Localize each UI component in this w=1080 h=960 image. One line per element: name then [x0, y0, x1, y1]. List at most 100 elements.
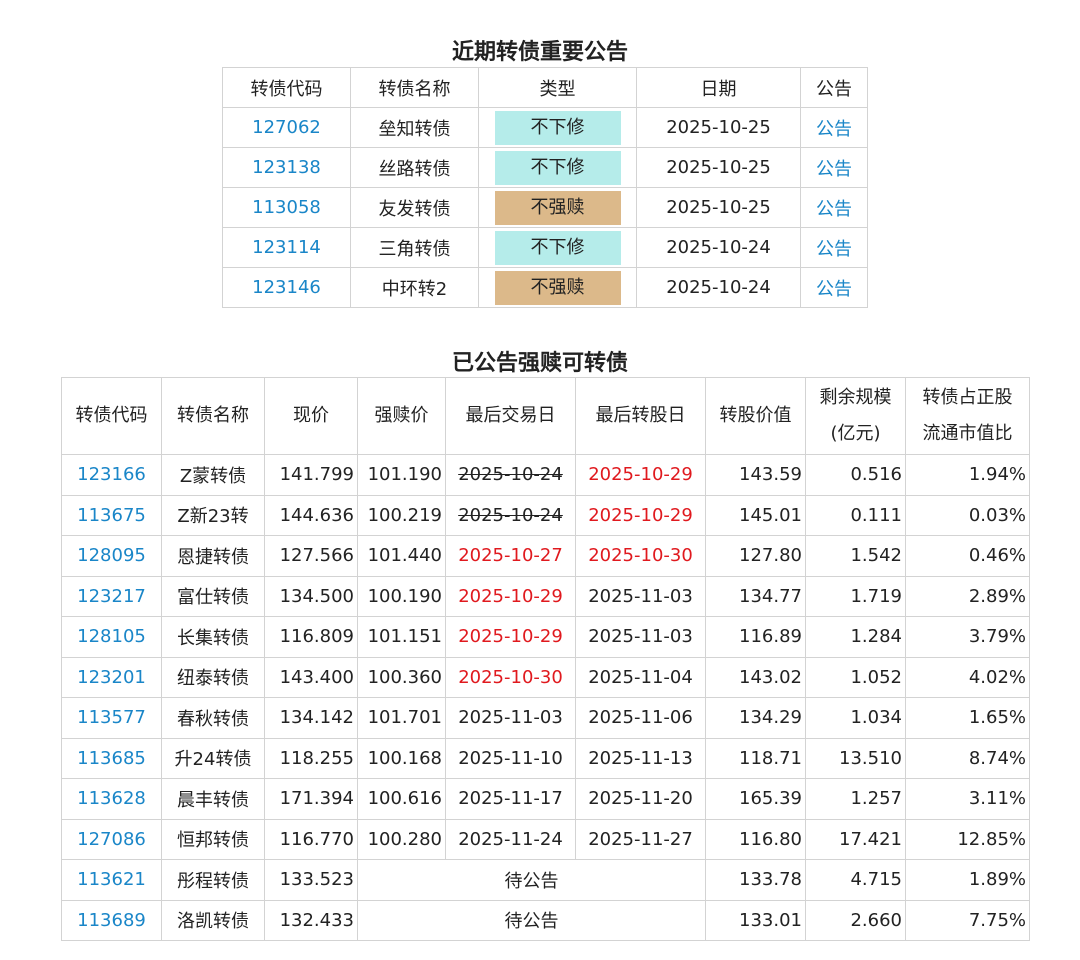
convert-value: 165.39	[705, 778, 806, 820]
current-price: 118.255	[264, 737, 358, 779]
announcement-row: 123146 中环转2 不强赎 2025-10-24 公告	[222, 267, 868, 308]
bond-code-link[interactable]: 123114	[252, 237, 321, 258]
bond-name: 纽泰转债	[161, 656, 265, 698]
last-convert-date: 2025-10-29	[588, 504, 693, 526]
bond-code-link[interactable]: 128095	[77, 545, 146, 566]
announcements-title: 近期转债重要公告	[451, 40, 628, 65]
bond-code-link[interactable]: 123166	[77, 464, 146, 485]
last-trade-date-cell: 2025-10-29	[445, 575, 576, 617]
last-convert-date-cell: 2025-10-30	[575, 535, 706, 577]
last-convert-date-cell: 2025-11-03	[575, 575, 706, 617]
redeem-price: 101.190	[357, 454, 446, 496]
header-code: 转债代码	[61, 377, 162, 455]
bond-name: 恒邦转债	[161, 818, 265, 860]
redeem-table: 转债代码 转债名称 现价 强赎价 最后交易日 最后转股日 转股价值 剩余规模 (…	[61, 377, 1030, 941]
redeem-row: 113675 Z新23转 144.636 100.219 2025-10-24 2025-…	[61, 494, 1030, 536]
last-trade-date-cell: 2025-11-17	[445, 778, 576, 820]
header-remaining-size: 剩余规模 (亿元)	[805, 377, 906, 455]
bond-code-link[interactable]: 113621	[77, 869, 146, 890]
bond-code-link[interactable]: 123146	[252, 277, 321, 298]
header-price: 现价	[264, 377, 358, 455]
type-cell: 不下修	[478, 227, 637, 268]
float-ratio: 7.75%	[905, 899, 1030, 941]
float-ratio: 3.79%	[905, 616, 1030, 658]
remaining-size: 1.719	[805, 575, 906, 617]
convert-value: 133.78	[705, 859, 806, 901]
float-ratio: 0.03%	[905, 494, 1030, 536]
last-trade-date: 2025-11-24	[458, 828, 563, 850]
header-remaining-line2: (亿元)	[830, 423, 881, 444]
pending-cell: 待公告	[357, 899, 706, 941]
float-ratio: 8.74%	[905, 737, 1030, 779]
redeem-price: 101.440	[357, 535, 446, 577]
remaining-size: 4.715	[805, 859, 906, 901]
code-cell: 123201	[61, 656, 162, 698]
bond-code-link[interactable]: 113689	[77, 910, 146, 931]
remaining-size: 1.284	[805, 616, 906, 658]
current-price: 116.770	[264, 818, 358, 860]
notice-cell: 公告	[800, 107, 868, 148]
bond-code-link[interactable]: 113675	[77, 505, 146, 526]
last-trade-date-cell: 2025-10-24	[445, 454, 576, 496]
current-price: 116.809	[264, 616, 358, 658]
last-convert-date-cell: 2025-11-27	[575, 818, 706, 860]
current-price: 132.433	[264, 899, 358, 941]
last-trade-date: 2025-10-24	[458, 504, 563, 526]
notice-link[interactable]: 公告	[816, 279, 852, 300]
redeem-row: 113621 彤程转债 133.523 待公告 133.78 4.715 1.89%	[61, 859, 1030, 901]
float-ratio: 1.89%	[905, 859, 1030, 901]
bond-code-link[interactable]: 127062	[252, 117, 321, 138]
last-convert-date-cell: 2025-11-13	[575, 737, 706, 779]
bond-code-link[interactable]: 113628	[77, 788, 146, 809]
bond-name: 长集转债	[161, 616, 265, 658]
announce-date: 2025-10-24	[636, 267, 801, 308]
bond-code-link[interactable]: 123201	[77, 667, 146, 688]
notice-link[interactable]: 公告	[816, 239, 852, 260]
remaining-size: 1.542	[805, 535, 906, 577]
convert-value: 143.59	[705, 454, 806, 496]
bond-name: 富仕转债	[161, 575, 265, 617]
announcement-row: 127062 垒知转债 不下修 2025-10-25 公告	[222, 107, 868, 148]
last-trade-date-cell: 2025-11-03	[445, 697, 576, 739]
bond-code-link[interactable]: 127086	[77, 829, 146, 850]
redeem-price: 100.616	[357, 778, 446, 820]
float-ratio: 4.02%	[905, 656, 1030, 698]
last-trade-date-cell: 2025-10-30	[445, 656, 576, 698]
notice-link[interactable]: 公告	[816, 159, 852, 180]
remaining-size: 1.257	[805, 778, 906, 820]
redeem-row: 128095 恩捷转债 127.566 101.440 2025-10-27 2025-1…	[61, 535, 1030, 577]
type-cell: 不强赎	[478, 267, 637, 308]
redeem-header-row: 转债代码 转债名称 现价 强赎价 最后交易日 最后转股日 转股价值 剩余规模 (…	[61, 377, 1030, 455]
code-cell: 128105	[61, 616, 162, 658]
notice-link[interactable]: 公告	[816, 199, 852, 220]
code-cell: 113685	[61, 737, 162, 779]
bond-code-link[interactable]: 113685	[77, 748, 146, 769]
header-name: 转债名称	[161, 377, 265, 455]
notice-cell: 公告	[800, 227, 868, 268]
header-type: 类型	[478, 67, 637, 108]
remaining-size: 1.034	[805, 697, 906, 739]
type-badge: 不下修	[494, 230, 621, 265]
bond-name: 中环转2	[350, 267, 479, 308]
notice-link[interactable]: 公告	[816, 119, 852, 140]
bond-code-link[interactable]: 113058	[252, 197, 321, 218]
type-cell: 不下修	[478, 147, 637, 188]
bond-code-link[interactable]: 123217	[77, 586, 146, 607]
code-cell: 113577	[61, 697, 162, 739]
bond-code-link[interactable]: 123138	[252, 157, 321, 178]
remaining-size: 17.421	[805, 818, 906, 860]
last-trade-date: 2025-11-03	[458, 707, 563, 729]
float-ratio: 2.89%	[905, 575, 1030, 617]
notice-cell: 公告	[800, 187, 868, 228]
redeem-row: 123166 Z蒙转债 141.799 101.190 2025-10-24 2025-1…	[61, 454, 1030, 496]
current-price: 134.500	[264, 575, 358, 617]
current-price: 134.142	[264, 697, 358, 739]
remaining-size: 13.510	[805, 737, 906, 779]
last-convert-date-cell: 2025-11-03	[575, 616, 706, 658]
bond-code-link[interactable]: 128105	[77, 626, 146, 647]
bond-name: Z新23转	[161, 494, 265, 536]
type-cell: 不强赎	[478, 187, 637, 228]
notice-cell: 公告	[800, 267, 868, 308]
bond-code-link[interactable]: 113577	[77, 707, 146, 728]
convert-value: 116.80	[705, 818, 806, 860]
